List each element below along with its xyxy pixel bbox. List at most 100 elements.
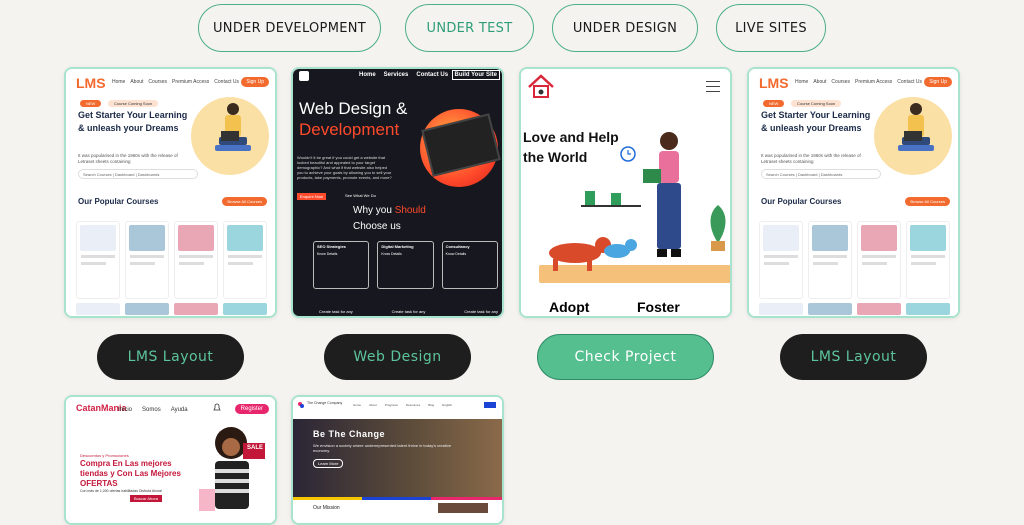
wd-feature-box: Digital Marketing Know Details (377, 241, 434, 289)
lms-nav-item: Premium Access (172, 79, 210, 85)
tab-under-test[interactable]: UNDER TEST (405, 4, 534, 52)
shopper-illustration (199, 427, 265, 511)
lms-nav-item: Contact Us (214, 79, 240, 85)
small-dog-illustration (604, 239, 637, 258)
foster-label: Foster (637, 299, 680, 315)
wd-feature-box: Consultancy Know Details (441, 241, 498, 289)
wd-footer-row: Create task for any Create task for any Cr… (319, 309, 498, 314)
wd-foot-item: Create task for any (391, 309, 426, 314)
wd-build-button: Build Your Site (451, 70, 500, 80)
web-design-nav: Home Services Contact Us (359, 72, 456, 78)
project-card-adopt-foster[interactable]: Love and Help the World Adopt Foster (519, 67, 732, 318)
bell-icon (213, 403, 221, 411)
lms-badge-text: Course Coming Soon (791, 100, 842, 107)
lms-layout-button-2[interactable]: LMS Layout (780, 334, 927, 380)
project-card-web-design[interactable]: Home Services Contact Us Build Your Site W… (291, 67, 504, 318)
status-tabs: UNDER DEVELOPMENT UNDER TEST UNDER DESIG… (0, 4, 1024, 52)
catanmania-kicker: Descuentos y Promociones (80, 453, 129, 458)
project-card-lms-2[interactable]: LMS Home About Courses Premium Access Contac… (747, 67, 960, 318)
course-card (174, 221, 218, 299)
lms-search: Search Courses | Dashboard | Dashboards (761, 169, 881, 179)
adopt-label: Adopt (549, 299, 590, 315)
tab-live-sites[interactable]: LIVE SITES (716, 4, 826, 52)
course-card (906, 221, 950, 299)
plant-icon (710, 205, 726, 251)
cm-nav-item: Somos (142, 407, 161, 413)
wd-box-title: SEO Strategies (317, 244, 346, 249)
lms-nav-item: Premium Access (855, 79, 893, 85)
lms-search: Search Courses | Dashboard | Dashboards (78, 169, 198, 179)
catanmania-buy: Buscar Ahora (130, 495, 163, 502)
lms-course-row-2 (76, 303, 267, 315)
bc-nav-item: Blog (428, 403, 435, 407)
adopt-heading: Love and Help the World (523, 129, 619, 165)
wd-nav-item: Contact Us (416, 72, 449, 78)
lms-popular-button: Browse All Courses (222, 197, 267, 206)
sale-sign: SALE (246, 445, 263, 451)
adopt-preview: Love and Help the World Adopt Foster (521, 69, 730, 316)
lms-badge-text: Course Coming Soon (108, 100, 159, 107)
tab-under-development[interactable]: UNDER DEVELOPMENT (198, 4, 381, 52)
lms-nav: Home About Courses Premium Access Contact Us (795, 79, 927, 85)
lms-course-list (76, 221, 267, 299)
bc-nav-item: About (369, 403, 377, 407)
lms-heading: Get Starter Your Learning & unleash your… (78, 110, 188, 133)
tab-under-design[interactable]: UNDER DESIGN (552, 4, 698, 52)
course-card (808, 221, 852, 299)
wd-feature-boxes: SEO Strategies Know Details Digital Marke… (313, 241, 498, 289)
house-logo-icon (528, 74, 554, 98)
wd-box-title: Digital Marketing (381, 244, 414, 249)
course-card (857, 221, 901, 299)
lms-course-row-2 (759, 303, 950, 315)
student-illustration (898, 103, 934, 151)
wd-box-cta: Know Details (381, 251, 402, 256)
wd-nav-item: Home (359, 72, 376, 78)
bc-nav: Home About Programs Resources Blog English (353, 403, 460, 407)
web-design-preview: Home Services Contact Us Build Your Site W… (293, 69, 502, 316)
lms-nav-item: About (813, 79, 827, 85)
lms-nav-item: Home (795, 79, 809, 85)
check-project-button[interactable]: Check Project (537, 334, 714, 380)
lms-preview: LMS Home About Courses Premium Access Contac… (66, 69, 275, 316)
bc-nav-item: English (442, 403, 453, 407)
wd-why-heading: Why you Should (353, 205, 426, 216)
lms-signup: Sign Up (924, 77, 952, 87)
bc-mission-image (438, 503, 488, 513)
bc-color-stripe (293, 497, 502, 500)
lms-subtext: It was popularised in the 1960s with the… (78, 153, 178, 164)
wd-box-cta: Know Details (317, 251, 338, 256)
lms-subtext: It was popularised in the 1960s with the… (761, 153, 861, 164)
catanmania-heading: Compra En Las mejores tiendas y Con Las … (80, 459, 181, 488)
wd-foot-item: Create task for any (319, 309, 353, 314)
catanmania-nav: Inicio Somos Ayuda (118, 407, 198, 413)
lms-layout-button[interactable]: LMS Layout (97, 334, 244, 380)
course-card (125, 221, 169, 299)
lms-popular-title: Our Popular Courses (78, 197, 159, 206)
student-illustration (215, 103, 251, 151)
shelf-jars-icon (581, 191, 641, 207)
wd-what-we-do: See What We Do (345, 193, 376, 198)
change-logo-icon (298, 402, 304, 408)
bc-nav-item: Home (353, 403, 362, 407)
project-card-catanmania[interactable]: CatanMania Inicio Somos Ayuda Register SAL… (64, 395, 277, 525)
be-the-change-preview: The Change Company Home About Programs Reso… (293, 397, 502, 523)
catanmania-small: Con más de 1,000 ofertas habilitadas Dis… (80, 489, 163, 493)
lms-new-badge: NEW (763, 100, 785, 107)
catanmania-preview: CatanMania Inicio Somos Ayuda Register SAL… (66, 397, 275, 523)
lms-nav-item: Home (112, 79, 126, 85)
bc-blue-button (484, 402, 496, 408)
project-card-lms[interactable]: LMS Home About Courses Premium Access Contac… (64, 67, 277, 318)
wd-why-a: Why you (353, 205, 395, 216)
wd-enquire: Enquire Now (297, 193, 326, 200)
wd-choose: Choose us (353, 221, 401, 232)
web-design-button[interactable]: Web Design (324, 334, 471, 380)
project-card-be-the-change[interactable]: The Change Company Home About Programs Reso… (291, 395, 504, 525)
wd-title-1: Web Design & (299, 99, 408, 118)
catanmania-register: Register (234, 404, 269, 414)
hamburger-menu-icon (706, 81, 720, 96)
lms-signup: Sign Up (241, 77, 269, 87)
course-card (759, 221, 803, 299)
bc-nav-item: Resources (405, 403, 421, 407)
lms-nav: Home About Courses Premium Access Contact Us (112, 79, 244, 85)
bc-mission: Our Mission (313, 505, 340, 511)
